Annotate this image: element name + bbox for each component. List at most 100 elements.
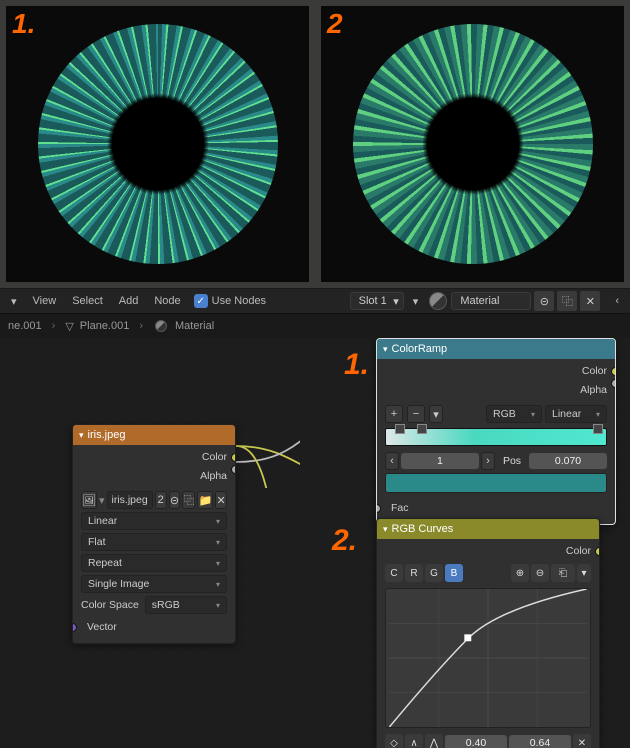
rgb-curves-node[interactable]: ▾ RGB Curves Color C R G B ⊕ ⊖ ⎗ ▾	[376, 518, 600, 748]
material-icon	[155, 320, 167, 332]
pin-chevron-icon[interactable]: ▾	[406, 295, 426, 308]
node-header[interactable]: ▾ ColorRamp	[377, 339, 615, 359]
interpolation-dropdown[interactable]: Linear▾	[81, 512, 227, 530]
use-nodes-toggle[interactable]: ✓ Use Nodes	[194, 294, 266, 308]
render-preview-2	[321, 6, 624, 282]
menu-view[interactable]: View	[26, 295, 64, 307]
ramp-tools-dropdown[interactable]: ▾	[429, 405, 443, 423]
menu-node[interactable]: Node	[147, 295, 187, 307]
stop-color-swatch[interactable]	[385, 473, 607, 493]
handle-auto-clamped-icon[interactable]: ⋀	[425, 734, 443, 748]
source-dropdown[interactable]: Single Image▾	[81, 575, 227, 593]
pos-value-field[interactable]: 0.070	[529, 453, 607, 469]
remove-stop-button[interactable]: −	[407, 405, 425, 423]
output-color-label: Color	[566, 545, 591, 557]
zoom-in-icon[interactable]: ⊕	[511, 564, 529, 582]
output-alpha-label: Alpha	[200, 470, 227, 482]
channel-b-button[interactable]: B	[445, 564, 463, 582]
open-icon[interactable]: 📁	[197, 491, 213, 509]
output-alpha-label: Alpha	[580, 384, 607, 396]
ramp-stop[interactable]	[593, 424, 603, 434]
color-space-dropdown[interactable]: sRGB▾	[145, 596, 227, 614]
dropdown-chevron-icon[interactable]: ▾	[4, 295, 24, 308]
prev-stop-icon[interactable]: ‹	[385, 452, 399, 470]
image-name-field[interactable]: iris.jpeg	[107, 491, 153, 509]
ramp-interp-dropdown[interactable]: Linear▾	[545, 405, 607, 423]
color-output-socket[interactable]	[231, 453, 236, 462]
iris-texture-2	[353, 24, 593, 264]
node-title: RGB Curves	[392, 523, 454, 535]
mesh-icon: ▽	[65, 320, 73, 333]
chevron-down-icon[interactable]: ▾	[99, 494, 105, 507]
stop-index-field[interactable]: 1	[401, 453, 479, 469]
curve-control-point	[464, 634, 471, 641]
image-texture-node[interactable]: ▾ iris.jpeg Color Alpha 🖼 ▾ iris.jpeg 2 …	[72, 424, 236, 644]
breadcrumb-scene[interactable]: ne.001	[8, 320, 42, 332]
curve-y-field[interactable]: 0.64	[509, 735, 571, 748]
shield-icon[interactable]: ⊝	[534, 291, 554, 311]
unlink-icon[interactable]: ✕	[580, 291, 600, 311]
alpha-output-socket[interactable]	[231, 465, 236, 474]
color-ramp-gradient[interactable]	[385, 428, 607, 446]
vector-input-label: Vector	[87, 621, 117, 633]
copy-icon[interactable]: ⿻	[557, 291, 577, 311]
add-stop-button[interactable]: +	[385, 405, 403, 423]
channel-r-button[interactable]: R	[405, 564, 423, 582]
canvas-annotation-1: 1.	[344, 348, 369, 382]
handle-vector-icon[interactable]: ∧	[405, 734, 423, 748]
node-header[interactable]: ▾ iris.jpeg	[73, 425, 235, 445]
material-name-field[interactable]: Material	[451, 292, 531, 310]
curve-tools-dropdown[interactable]: ▾	[577, 564, 591, 582]
channel-g-button[interactable]: G	[425, 564, 443, 582]
new-icon[interactable]: ⿻	[182, 491, 195, 509]
collapse-icon[interactable]: ▾	[383, 524, 388, 535]
vector-input-socket[interactable]	[72, 623, 77, 632]
node-editor-canvas[interactable]: 1. 2. ▾ iris.jpeg Color Alpha 🖼 ▾ iris.j…	[0, 338, 630, 748]
next-stop-icon[interactable]: ›	[481, 452, 495, 470]
handle-auto-icon[interactable]: ◇	[385, 734, 403, 748]
pos-label: Pos	[497, 455, 527, 467]
collapse-icon[interactable]: ▾	[79, 430, 84, 441]
menu-select[interactable]: Select	[65, 295, 110, 307]
clipping-icon[interactable]: ⎗	[551, 564, 575, 582]
unlink-icon[interactable]: ✕	[215, 491, 227, 509]
fake-user-icon[interactable]: ⊝	[169, 491, 181, 509]
zoom-out-icon[interactable]: ⊖	[531, 564, 549, 582]
check-icon: ✓	[194, 294, 208, 308]
delete-point-icon[interactable]: ✕	[573, 734, 591, 748]
color-output-socket[interactable]	[595, 547, 600, 556]
preview-panel-2: 2	[315, 0, 630, 288]
curve-x-field[interactable]: 0.40	[445, 735, 507, 748]
breadcrumb-object[interactable]: Plane.001	[80, 320, 130, 332]
node-editor-header: ▾ View Select Add Node ✓ Use Nodes Slot …	[0, 288, 630, 314]
node-title: ColorRamp	[392, 343, 448, 355]
output-color-label: Color	[582, 365, 607, 377]
channel-c-button[interactable]: C	[385, 564, 403, 582]
collapse-icon[interactable]: ▾	[383, 344, 388, 355]
image-browse-icon[interactable]: 🖼	[81, 491, 97, 509]
fac-input-label: Fac	[391, 502, 409, 514]
material-preview-icon[interactable]	[429, 292, 447, 310]
breadcrumb-material[interactable]: Material	[175, 320, 214, 332]
chevron-left-icon[interactable]: ‹	[608, 295, 626, 307]
use-nodes-label: Use Nodes	[212, 295, 266, 307]
color-output-socket[interactable]	[611, 367, 616, 376]
iris-texture-1	[38, 24, 278, 264]
fac-input-socket[interactable]	[376, 504, 381, 513]
annotation-2: 2	[327, 8, 343, 40]
ramp-mode-dropdown[interactable]: RGB▾	[486, 405, 542, 423]
colorramp-node[interactable]: ▾ ColorRamp Color Alpha + − ▾ RGB▾ Linea…	[376, 338, 616, 525]
ramp-stop[interactable]	[417, 424, 427, 434]
slot-selector[interactable]: Slot 1	[350, 292, 404, 310]
projection-dropdown[interactable]: Flat▾	[81, 533, 227, 551]
menu-add[interactable]: Add	[112, 295, 146, 307]
user-count[interactable]: 2	[155, 491, 167, 509]
alpha-output-socket[interactable]	[611, 379, 616, 388]
output-color-label: Color	[202, 451, 227, 463]
preview-row: 1. 2	[0, 0, 630, 288]
node-header[interactable]: ▾ RGB Curves	[377, 519, 599, 539]
ramp-stop[interactable]	[395, 424, 405, 434]
extension-dropdown[interactable]: Repeat▾	[81, 554, 227, 572]
render-preview-1	[6, 6, 309, 282]
curve-editor[interactable]	[385, 588, 591, 728]
